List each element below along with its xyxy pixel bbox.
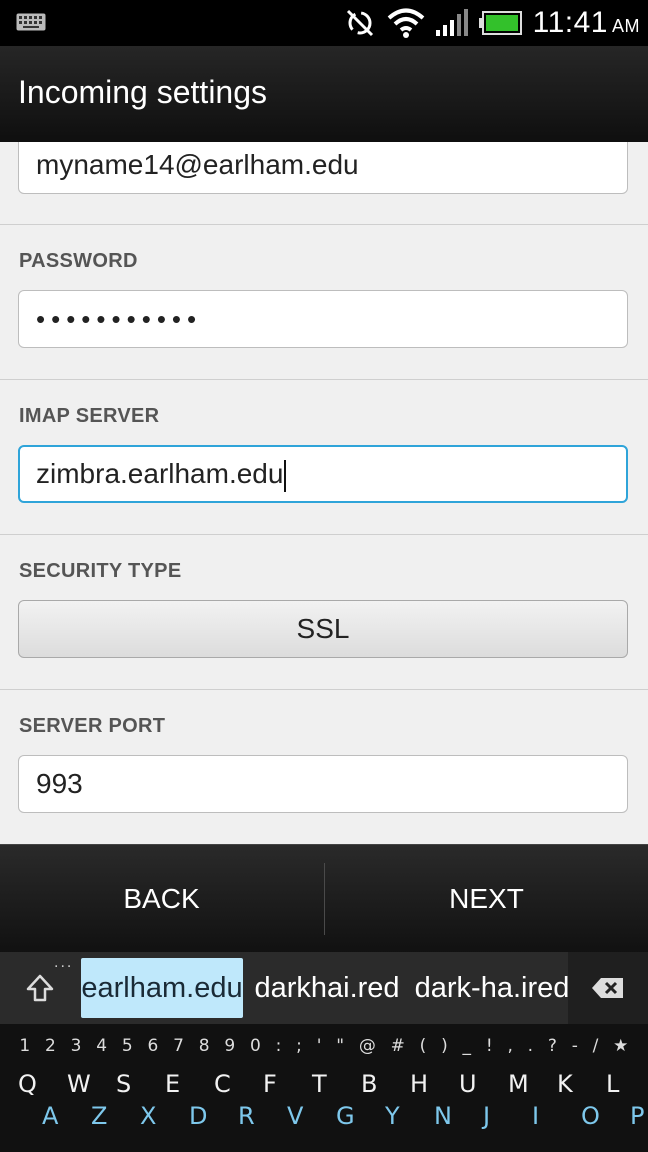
more-suggestions-icon[interactable]: ... [54, 954, 73, 972]
letter-key[interactable]: O [581, 1102, 600, 1130]
number-key[interactable]: _ [463, 1036, 472, 1060]
letter-row: QAWZSXEDCRFVTGBYHNUJMIKOLP [0, 1066, 648, 1152]
divider [0, 534, 648, 535]
page-title: Incoming settings [18, 74, 268, 110]
button-bar: BACK NEXT [0, 844, 648, 953]
shift-icon [26, 974, 54, 1002]
number-key[interactable]: 0 [250, 1036, 261, 1060]
letter-key[interactable]: F [263, 1070, 277, 1098]
clock: 11:41 AM [532, 6, 640, 39]
letter-key[interactable]: J [483, 1102, 490, 1130]
letter-key[interactable]: T [312, 1070, 327, 1098]
imap-server-label: IMAP SERVER [19, 405, 160, 427]
number-key[interactable]: 1 [19, 1036, 30, 1060]
letter-key[interactable]: B [361, 1070, 377, 1098]
letter-key[interactable]: A [42, 1102, 58, 1130]
number-key[interactable]: 4 [96, 1036, 107, 1060]
number-key[interactable]: 5 [122, 1036, 133, 1060]
imap-server-field[interactable]: zimbra.earlham.edu [18, 445, 628, 503]
letter-key[interactable]: P [630, 1102, 644, 1130]
number-key[interactable]: ) [441, 1036, 448, 1060]
letter-key[interactable]: W [67, 1070, 91, 1098]
server-port-field[interactable]: 993 [18, 755, 628, 813]
divider [0, 689, 648, 690]
suggestion-bar: ... earlham.edu darkhai.red dark-ha.ired [0, 952, 648, 1024]
shift-key[interactable]: ... [0, 952, 78, 1024]
letter-key[interactable]: E [165, 1070, 180, 1098]
letter-key[interactable]: X [140, 1102, 156, 1130]
keyboard: 1 2 3 4 5 6 7 8 9 0:; ' " @ # () _!,.? - / ★ QAWZSXEDCRFVT… [0, 1024, 648, 1152]
password-field[interactable]: ••••••••••• [18, 290, 628, 348]
letter-key[interactable]: Z [91, 1102, 107, 1130]
letter-key[interactable]: Q [18, 1070, 37, 1098]
letter-key[interactable]: S [116, 1070, 131, 1098]
number-key[interactable]: " [336, 1036, 344, 1060]
number-key[interactable]: . [528, 1036, 533, 1060]
next-button[interactable]: NEXT [325, 845, 648, 953]
number-key[interactable]: / [593, 1036, 599, 1060]
suggestion-item[interactable]: earlham.edu [81, 958, 243, 1018]
password-label: PASSWORD [19, 250, 138, 272]
server-port-label: SERVER PORT [19, 715, 166, 737]
letter-key[interactable]: U [459, 1070, 477, 1098]
signal-icon [435, 9, 468, 36]
username-field[interactable]: myname14@earlham.edu [18, 142, 628, 194]
number-key[interactable]: ★ [613, 1036, 628, 1060]
number-key[interactable]: 7 [173, 1036, 184, 1060]
number-row: 1 2 3 4 5 6 7 8 9 0:; ' " @ # () _!,.? - / ★ [0, 1036, 648, 1060]
letter-key[interactable]: M [508, 1070, 529, 1098]
number-key[interactable]: ' [317, 1036, 322, 1060]
number-key[interactable]: : [276, 1036, 282, 1060]
number-key[interactable]: 6 [148, 1036, 159, 1060]
letter-key[interactable]: N [434, 1102, 452, 1130]
battery-icon [478, 11, 522, 35]
wifi-icon [387, 8, 424, 38]
letter-key[interactable]: L [606, 1070, 619, 1098]
letter-key[interactable]: G [336, 1102, 355, 1130]
number-key[interactable]: ; [296, 1036, 302, 1060]
suggestion-item[interactable]: darkhai.red [248, 958, 406, 1018]
divider [0, 379, 648, 380]
security-type-spinner[interactable]: SSL [18, 600, 628, 658]
number-key[interactable]: - [572, 1036, 578, 1060]
letter-key[interactable]: I [532, 1102, 539, 1130]
letter-key[interactable]: C [214, 1070, 231, 1098]
security-type-label: SECURITY TYPE [19, 560, 182, 582]
number-key[interactable]: # [391, 1036, 405, 1060]
letter-key[interactable]: K [557, 1070, 573, 1098]
number-key[interactable]: ! [486, 1036, 493, 1060]
letter-key[interactable]: V [287, 1102, 303, 1130]
letter-key[interactable]: H [410, 1070, 428, 1098]
number-key[interactable]: 8 [199, 1036, 210, 1060]
sync-off-icon [346, 9, 373, 37]
suggestion-item[interactable]: dark-ha.ired [412, 958, 572, 1018]
number-key[interactable]: 3 [71, 1036, 82, 1060]
divider [0, 224, 648, 225]
keyboard-icon [16, 13, 46, 31]
letter-key[interactable]: Y [385, 1102, 400, 1130]
backspace-icon [592, 978, 623, 998]
status-bar: 11:41 AM [0, 0, 648, 46]
number-key[interactable]: 9 [224, 1036, 235, 1060]
number-key[interactable]: @ [359, 1036, 376, 1060]
back-button[interactable]: BACK [0, 845, 323, 953]
number-key[interactable]: 2 [45, 1036, 56, 1060]
action-bar: Incoming settings [0, 46, 648, 143]
number-key[interactable]: ( [420, 1036, 427, 1060]
letter-key[interactable]: R [238, 1102, 255, 1130]
letter-key[interactable]: D [189, 1102, 207, 1130]
number-key[interactable]: ? [548, 1036, 557, 1060]
delete-key[interactable] [568, 952, 648, 1024]
text-caret [284, 459, 287, 492]
settings-form[interactable]: myname14@earlham.edu PASSWORD ••••••••••… [0, 142, 648, 844]
number-key[interactable]: , [507, 1036, 512, 1060]
